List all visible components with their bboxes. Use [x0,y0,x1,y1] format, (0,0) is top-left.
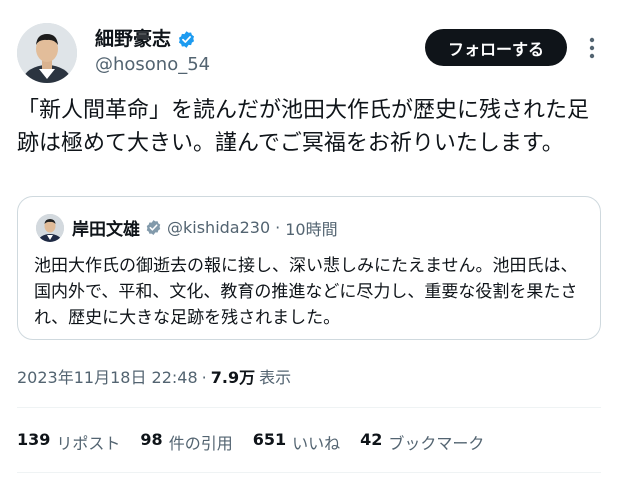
like-label: いいね [292,434,341,453]
quoted-tweet-text: 池田大作氏の御逝去の報に接し、深い悲しみにたえません。池田氏は、国内外で、平和、… [34,256,578,328]
repost-stat[interactable]: 139 リポスト [17,430,120,454]
divider-top [17,407,601,408]
author-handle[interactable]: @hosono_54 [95,54,210,76]
verified-badge-icon [177,30,196,49]
bookmark-count: 42 [360,430,383,449]
quoted-author-name: 岸田文雄 [72,220,140,240]
quoted-tweet-card[interactable]: 岸田文雄 @kishida230 · 10時間 池田大作氏の御逝去の報に接し、深… [17,196,601,340]
follow-button[interactable]: フォローする [425,29,567,66]
quote-stat[interactable]: 98 件の引用 [140,430,232,454]
tweet-card: 細野豪志 @hosono_54 フォローする 「新人間革命」を読んだが池田大作氏… [0,0,620,486]
more-options-icon[interactable] [584,34,600,62]
tweet-text: 「新人間革命」を読んだが池田大作氏が歴史に残された足跡は極めて大きい。謹んでご冥… [17,98,590,156]
quoted-tweet-header: 岸田文雄 @kishida230 · 10時間 [72,215,338,240]
repost-count: 139 [17,430,51,449]
bookmark-label: ブックマーク [388,434,485,453]
view-label: 表示 [259,368,292,387]
quote-count: 98 [140,430,163,449]
quoted-separator: · [275,218,281,237]
government-badge-icon [145,219,162,236]
author-name[interactable]: 細野豪志 [95,27,171,51]
view-count: 7.9万 [210,368,256,387]
author-avatar[interactable] [17,23,77,83]
like-stat[interactable]: 651 いいね [253,430,340,454]
author-name-row: 細野豪志 [95,27,196,51]
repost-label: リポスト [56,434,121,453]
quoted-author-handle: @kishida230 [167,218,271,237]
quoted-author-avatar [36,214,64,242]
bookmark-stat[interactable]: 42 ブックマーク [360,430,484,454]
engagement-stats: 139 リポスト 98 件の引用 651 いいね 42 ブックマーク [17,430,484,454]
tweet-datetime[interactable]: 2023年11月18日 22:48 [17,364,198,388]
quoted-tweet-time: 10時間 [285,219,338,239]
quote-label: 件の引用 [168,434,233,453]
meta-separator: · [201,368,207,387]
tweet-meta: 2023年11月18日 22:48 · 7.9万 表示 [17,364,291,388]
divider-bottom [17,472,601,473]
like-count: 651 [252,430,287,449]
